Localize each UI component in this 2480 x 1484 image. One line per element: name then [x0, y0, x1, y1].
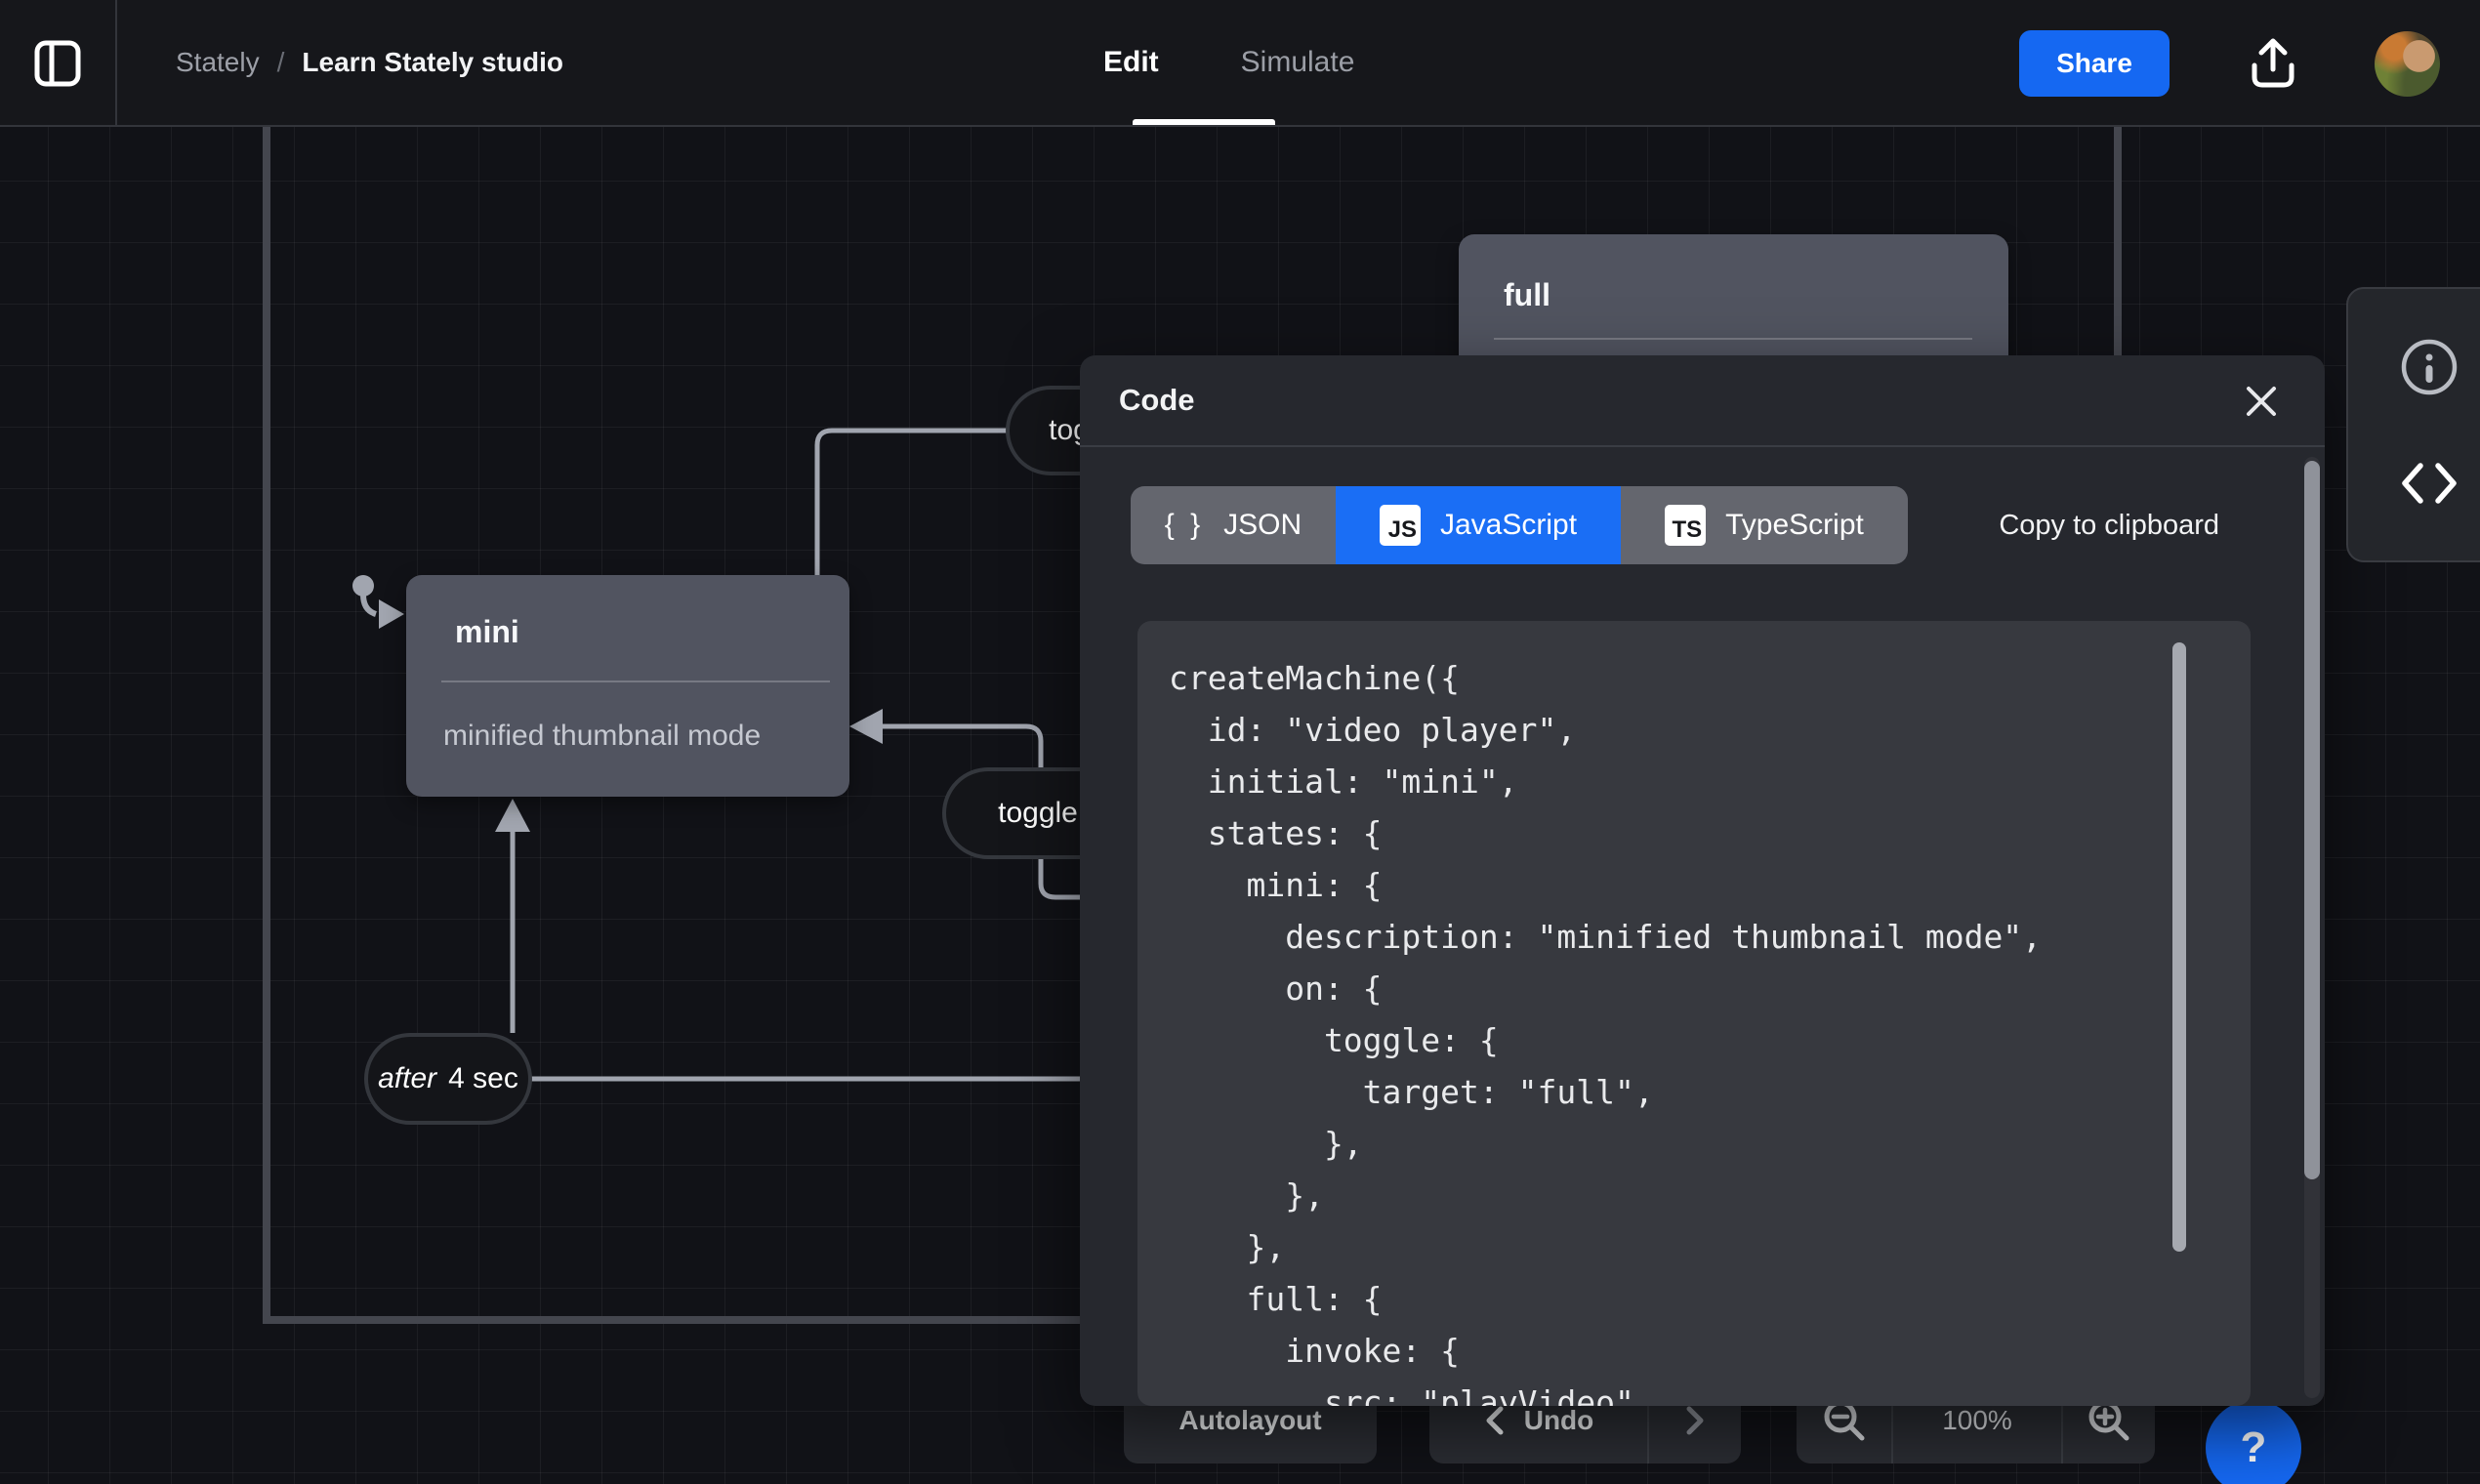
after-value: 4 sec: [448, 1062, 518, 1094]
user-avatar[interactable]: [2375, 31, 2440, 97]
close-button[interactable]: [2239, 379, 2284, 424]
autolayout-label: Autolayout: [1178, 1405, 1322, 1435]
info-icon: [2401, 339, 2458, 394]
breadcrumb: Stately / Learn Stately studio: [176, 0, 563, 125]
tab-edit[interactable]: Edit: [1103, 46, 1159, 79]
topbar-divider: [115, 0, 117, 125]
close-icon: [2247, 387, 2276, 416]
tab-label: TypeScript: [1725, 509, 1864, 541]
breadcrumb-project[interactable]: Learn Stately studio: [302, 47, 563, 78]
canvas-side-toolbar: [2346, 287, 2480, 562]
state-node-mini[interactable]: mini minified thumbnail mode: [406, 575, 849, 797]
export-button[interactable]: [2242, 32, 2304, 95]
code-panel: Code { } JSON JS JavaScript TS TypeScrip…: [1080, 355, 2325, 1406]
panel-scrollbar-thumb[interactable]: [2304, 461, 2320, 1179]
mode-tabs: Edit Simulate: [1103, 0, 1354, 125]
state-title: mini: [455, 614, 519, 649]
typescript-icon: TS: [1665, 505, 1707, 546]
code-content: createMachine({ id: "video player", init…: [1169, 659, 2043, 1406]
tab-json[interactable]: { } JSON: [1131, 486, 1336, 564]
share-button[interactable]: Share: [2019, 30, 2170, 97]
help-label: ?: [2240, 1423, 2267, 1471]
top-bar: Stately / Learn Stately studio Edit Simu…: [0, 0, 2480, 127]
tab-label: JavaScript: [1439, 509, 1578, 541]
format-tab-group: { } JSON JS JavaScript TS TypeScript: [1131, 486, 1908, 564]
braces-icon: { }: [1164, 509, 1205, 541]
chevron-right-icon: [1686, 1406, 1704, 1435]
zoom-level-value: 100%: [1942, 1405, 2012, 1435]
upload-icon: [2252, 38, 2294, 88]
undo-label: Undo: [1523, 1405, 1594, 1435]
code-button[interactable]: [2395, 449, 2463, 517]
state-title: full: [1504, 277, 1550, 312]
breadcrumb-app[interactable]: Stately: [176, 47, 260, 78]
info-button[interactable]: [2395, 333, 2463, 401]
event-pill-after-4-sec[interactable]: after 4 sec: [364, 1033, 532, 1125]
active-tab-underline: [1133, 119, 1275, 125]
sidebar-icon: [34, 40, 81, 87]
javascript-icon: JS: [1379, 505, 1421, 546]
state-divider: [1494, 338, 1972, 340]
event-label: toggle: [998, 797, 1078, 829]
copy-to-clipboard-button[interactable]: Copy to clipboard: [1999, 510, 2219, 542]
code-scrollbar-thumb[interactable]: [2172, 642, 2186, 1252]
tab-simulate[interactable]: Simulate: [1241, 46, 1355, 79]
code-brackets-icon: [2402, 462, 2457, 504]
code-format-tabs: { } JSON JS JavaScript TS TypeScript Cop…: [1131, 486, 2274, 564]
code-editor[interactable]: createMachine({ id: "video player", init…: [1137, 621, 2251, 1406]
code-panel-title: Code: [1119, 383, 1195, 417]
state-description: minified thumbnail mode: [443, 720, 762, 752]
tab-label: JSON: [1223, 509, 1302, 541]
tab-javascript[interactable]: JS JavaScript: [1336, 486, 1621, 564]
code-panel-header: Code: [1080, 355, 2325, 447]
sidebar-toggle-button[interactable]: [23, 29, 92, 98]
after-keyword: after: [378, 1062, 437, 1094]
chevron-left-icon: [1486, 1406, 1504, 1435]
state-divider: [441, 680, 830, 682]
tab-typescript[interactable]: TS TypeScript: [1621, 486, 1908, 564]
breadcrumb-separator: /: [276, 47, 285, 77]
